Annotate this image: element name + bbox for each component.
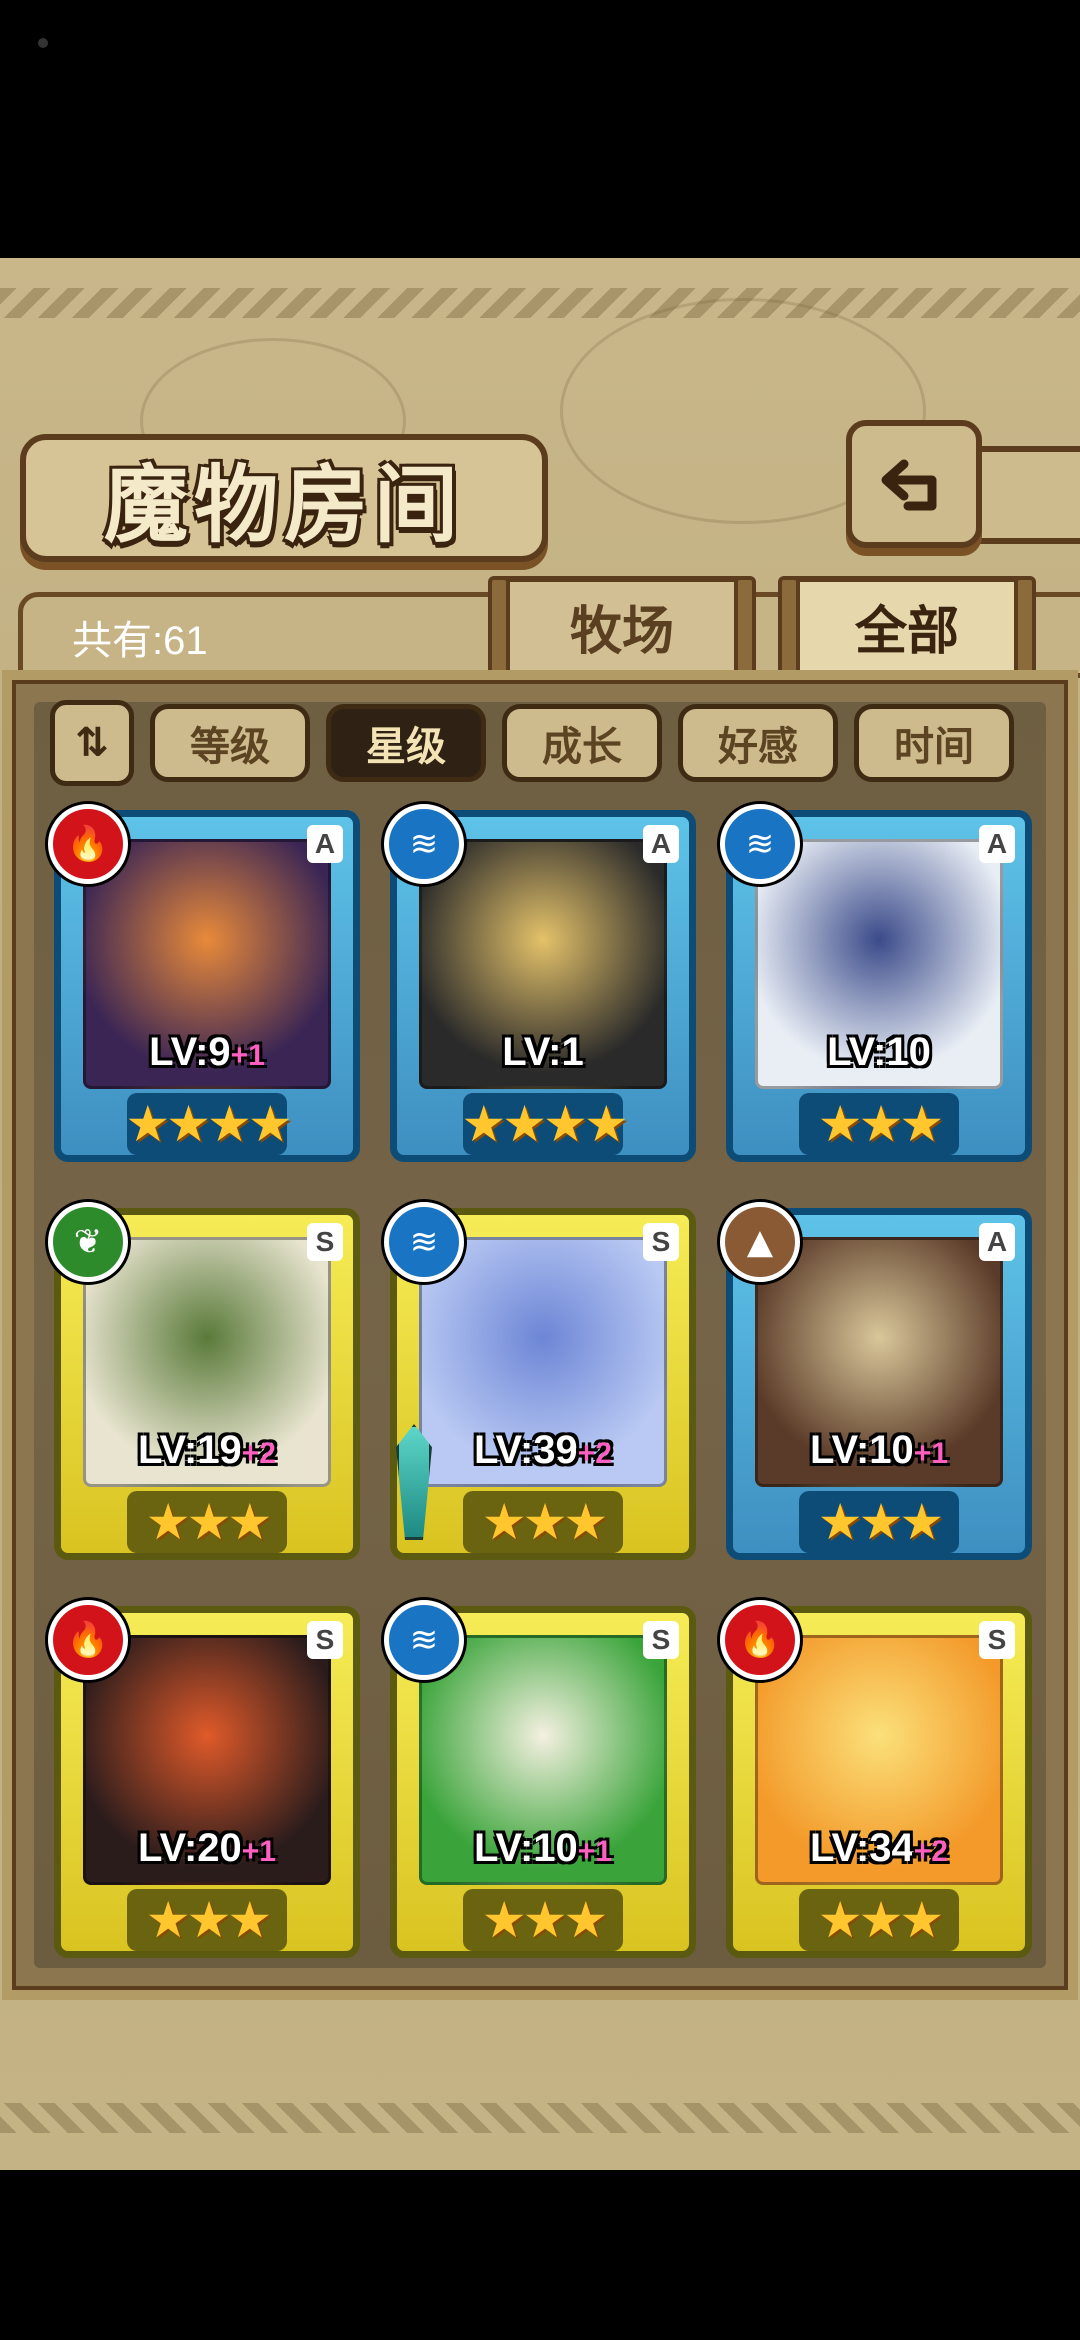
- rank-badge: S: [307, 1223, 343, 1261]
- star-rating: ★★★: [127, 1491, 287, 1553]
- water-element-icon: ≋: [384, 1600, 464, 1680]
- level-bonus: +2: [913, 1835, 948, 1868]
- tab-label: 牧场: [569, 600, 674, 662]
- rank-badge: S: [643, 1621, 679, 1659]
- title-plate: 魔物房间: [20, 434, 548, 562]
- level-label: LV:9+1: [61, 1030, 353, 1075]
- sort-label: 成长: [542, 724, 622, 770]
- back-arrow-icon: [881, 459, 937, 511]
- level-value: LV:10: [810, 1428, 914, 1472]
- sort-label: 时间: [894, 724, 974, 770]
- water-element-icon: ≋: [720, 804, 800, 884]
- sort-order-toggle[interactable]: ⇅: [50, 700, 134, 786]
- level-label: LV:10+1: [397, 1826, 689, 1871]
- fire-element-icon: 🔥: [720, 1600, 800, 1680]
- tab-all[interactable]: 全部: [778, 576, 1036, 680]
- level-label: LV:10: [733, 1030, 1025, 1075]
- water-element-icon: ≋: [384, 1202, 464, 1282]
- rank-badge: A: [979, 1223, 1015, 1261]
- tab-post: [1014, 576, 1036, 680]
- level-bonus: +1: [241, 1835, 276, 1868]
- bottom-zigzag-border: [0, 2103, 1080, 2133]
- status-dot: [38, 38, 48, 48]
- tab-label: 全部: [854, 600, 959, 662]
- wind-element-icon: ❦: [48, 1202, 128, 1282]
- star-rating: ★★★: [463, 1889, 623, 1951]
- rank-badge: S: [643, 1223, 679, 1261]
- level-bonus: +1: [577, 1835, 612, 1868]
- sort-level-button[interactable]: 等级: [150, 704, 310, 782]
- tab-post: [488, 576, 510, 680]
- bottom-black-bar: [0, 2170, 1080, 2340]
- top-zigzag-border: [0, 288, 1080, 318]
- sort-label: 等级: [190, 724, 270, 770]
- level-label: LV:20+1: [61, 1826, 353, 1871]
- fire-element-icon: 🔥: [48, 804, 128, 884]
- level-value: LV:10: [827, 1030, 931, 1074]
- sort-star-button[interactable]: 星级: [326, 704, 486, 782]
- level-value: LV:1: [502, 1030, 584, 1074]
- earth-element-icon: ▲: [720, 1202, 800, 1282]
- back-button[interactable]: [846, 420, 982, 548]
- level-bonus: +1: [230, 1039, 265, 1072]
- sort-affection-button[interactable]: 好感: [678, 704, 838, 782]
- level-value: LV:39: [474, 1428, 578, 1472]
- tab-ranch[interactable]: 牧场: [488, 576, 756, 680]
- rank-badge: S: [307, 1621, 343, 1659]
- water-element-icon: ≋: [384, 804, 464, 884]
- level-value: LV:10: [474, 1826, 578, 1870]
- star-rating: ★★★★: [461, 1093, 629, 1155]
- level-bonus: +1: [913, 1437, 948, 1470]
- star-rating: ★★★: [799, 1889, 959, 1951]
- rank-badge: A: [643, 825, 679, 863]
- rank-badge: A: [979, 825, 1015, 863]
- star-rating: ★★★★: [125, 1093, 293, 1155]
- star-rating: ★★★: [127, 1889, 287, 1951]
- level-value: LV:20: [138, 1826, 242, 1870]
- level-label: LV:10+1: [733, 1428, 1025, 1473]
- level-value: LV:19: [138, 1428, 242, 1472]
- star-rating: ★★★: [799, 1093, 959, 1155]
- rank-badge: S: [979, 1621, 1015, 1659]
- sort-label: 星级: [366, 724, 446, 770]
- level-label: LV:39+2: [397, 1428, 689, 1473]
- sort-order-icon: ⇅: [75, 720, 109, 766]
- level-value: LV:9: [149, 1030, 231, 1074]
- level-label: LV:1: [397, 1030, 689, 1075]
- fire-element-icon: 🔥: [48, 1600, 128, 1680]
- sort-time-button[interactable]: 时间: [854, 704, 1014, 782]
- star-rating: ★★★: [799, 1491, 959, 1553]
- tab-post: [734, 576, 756, 680]
- sort-growth-button[interactable]: 成长: [502, 704, 662, 782]
- level-value: LV:34: [810, 1826, 914, 1870]
- sort-label: 好感: [718, 724, 798, 770]
- level-bonus: +2: [241, 1437, 276, 1470]
- tab-post: [778, 576, 800, 680]
- level-bonus: +2: [577, 1437, 612, 1470]
- monster-count: 共有:61: [72, 619, 208, 663]
- level-label: LV:19+2: [61, 1428, 353, 1473]
- star-rating: ★★★: [463, 1491, 623, 1553]
- page-title: 魔物房间: [103, 454, 464, 554]
- level-label: LV:34+2: [733, 1826, 1025, 1871]
- rank-badge: A: [307, 825, 343, 863]
